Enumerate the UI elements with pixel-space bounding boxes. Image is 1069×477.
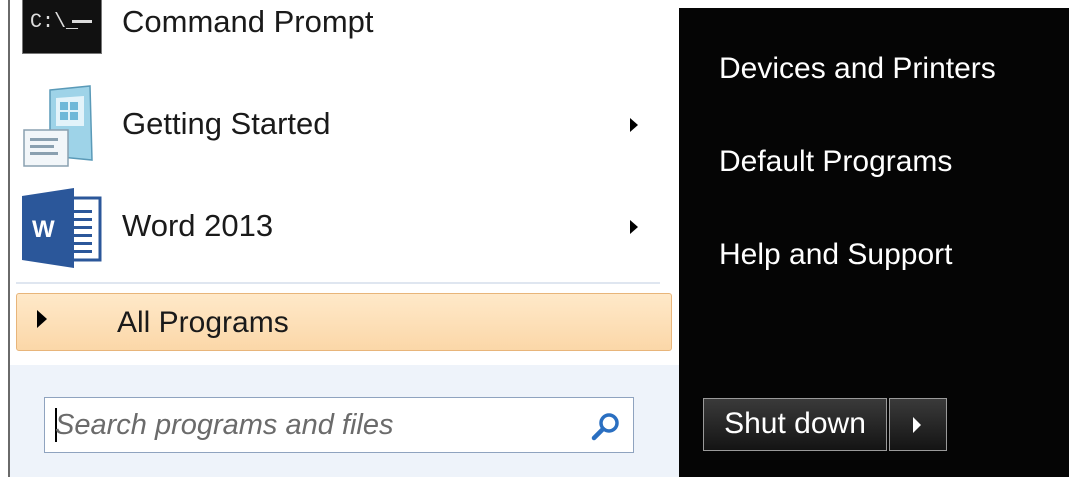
program-item-word-2013[interactable]: W Word 2013 (12, 182, 662, 270)
program-item-getting-started[interactable]: Getting Started (12, 82, 662, 170)
svg-text:W: W (32, 216, 55, 243)
search-icon[interactable] (591, 411, 621, 441)
svg-text:C:\_: C:\_ (30, 11, 79, 34)
word-icon: W (22, 188, 102, 268)
menu-separator (16, 282, 660, 284)
command-prompt-icon: C:\_ (22, 0, 102, 54)
all-programs-label: All Programs (117, 306, 289, 339)
all-programs-button[interactable]: All Programs (16, 293, 672, 351)
program-label: Getting Started (122, 106, 331, 141)
program-label: Word 2013 (122, 208, 274, 243)
submenu-arrow-icon[interactable] (630, 220, 638, 234)
menu-item-help-and-support[interactable]: Help and Support (719, 238, 953, 272)
getting-started-icon (23, 85, 93, 167)
program-label: Command Prompt (122, 4, 374, 39)
shut-down-options-button[interactable] (889, 398, 947, 451)
menu-item-default-programs[interactable]: Default Programs (719, 145, 952, 179)
submenu-arrow-icon[interactable] (630, 118, 638, 132)
chevron-right-icon (913, 417, 921, 433)
program-item-command-prompt[interactable]: C:\_ Command Prompt (12, 0, 662, 58)
expand-arrow-icon (37, 310, 47, 328)
search-box[interactable] (44, 397, 634, 453)
right-pane-top-edge (679, 0, 1069, 8)
menu-item-devices-and-printers[interactable]: Devices and Printers (719, 52, 996, 86)
shut-down-button[interactable]: Shut down (703, 398, 887, 451)
search-area (10, 365, 679, 477)
search-input[interactable] (55, 406, 575, 444)
